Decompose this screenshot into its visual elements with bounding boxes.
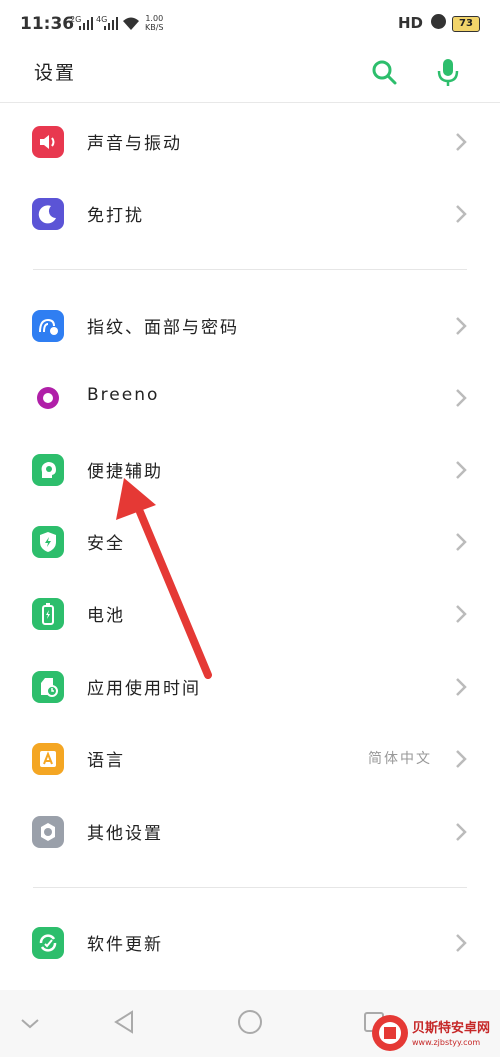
back-button[interactable] (106, 1004, 142, 1040)
home-icon (238, 1010, 262, 1034)
settings-item-label: 语言 (87, 751, 125, 771)
fingerprint-icon (32, 310, 64, 342)
chevron-right-icon (456, 605, 467, 623)
alarm-icon (431, 14, 446, 29)
status-time: 11:36 (20, 14, 75, 34)
settings-item-label: 电池 (87, 606, 125, 626)
chevron-right-icon (456, 205, 467, 223)
watermark-text: 贝斯特安卓网 (412, 1020, 490, 1036)
settings-item-label: 安全 (87, 534, 125, 554)
page-title: 设置 (34, 62, 77, 84)
settings-item-fingerprint[interactable]: 指纹、面部与密码 (0, 290, 500, 362)
settings-item-other[interactable]: 其他设置 (0, 796, 500, 868)
settings-item-accessibility[interactable]: 便捷辅助 (0, 434, 500, 506)
mic-icon (437, 59, 459, 86)
settings-item-label: 其他设置 (87, 824, 163, 844)
settings-item-label: 软件更新 (87, 935, 163, 955)
settings-item-update[interactable]: 软件更新 (0, 907, 500, 979)
net-speed-value: 1.00 (145, 14, 164, 23)
settings-item-language[interactable]: 语言 简体中文 (0, 723, 500, 795)
shield-icon (32, 526, 64, 558)
search-button[interactable] (368, 56, 400, 88)
chevron-right-icon (456, 389, 467, 407)
speaker-icon (32, 126, 64, 158)
assist-icon (32, 454, 64, 486)
search-icon (372, 60, 397, 85)
signal-icon-2 (104, 17, 118, 30)
settings-item-security[interactable]: 安全 (0, 506, 500, 578)
chevron-right-icon (456, 750, 467, 768)
gear-icon (32, 816, 64, 848)
section-divider (33, 887, 467, 888)
net-speed-unit: KB/S (145, 23, 164, 32)
settings-item-battery[interactable]: 电池 (0, 578, 500, 650)
chevron-right-icon (456, 461, 467, 479)
app-time-icon (32, 671, 64, 703)
collapse-nav-button[interactable] (12, 1004, 48, 1040)
chevron-right-icon (456, 317, 467, 335)
battery-icon (32, 598, 64, 630)
chevron-right-icon (456, 533, 467, 551)
settings-item-label: Breeno (87, 385, 160, 405)
settings-item-label: 声音与振动 (87, 134, 182, 154)
watermark-url: www.zjbstyy.com (412, 1038, 480, 1047)
settings-item-sound[interactable]: 声音与振动 (0, 106, 500, 178)
hd-label: HD (398, 14, 424, 32)
back-icon (114, 1010, 133, 1034)
section-divider (33, 269, 467, 270)
net-speed: 1.00 KB/S (145, 14, 164, 32)
settings-item-app-usage[interactable]: 应用使用时间 (0, 651, 500, 723)
language-icon (32, 743, 64, 775)
update-icon (32, 927, 64, 959)
status-bar: 11:36 2G 4G 1.00 KB/S HD 73 (0, 0, 500, 46)
voice-button[interactable] (432, 56, 464, 88)
app-header: 设置 (0, 46, 500, 103)
breeno-icon (32, 382, 64, 414)
settings-item-breeno[interactable]: Breeno (0, 362, 500, 434)
wifi-icon (123, 17, 139, 30)
settings-item-dnd[interactable]: 免打扰 (0, 178, 500, 250)
settings-item-label: 指纹、面部与密码 (87, 318, 239, 338)
settings-item-label: 免打扰 (87, 206, 144, 226)
home-button[interactable] (232, 1004, 268, 1040)
chevron-right-icon (456, 678, 467, 696)
signal-icon (79, 17, 93, 30)
language-value: 简体中文 (368, 751, 432, 767)
chevron-right-icon (456, 133, 467, 151)
chevron-right-icon (456, 823, 467, 841)
battery-indicator: 73 (452, 16, 480, 32)
chevron-right-icon (456, 934, 467, 952)
chevron-down-icon (21, 1019, 39, 1029)
watermark: 贝斯特安卓网 www.zjbstyy.com (372, 1015, 490, 1051)
settings-item-label: 应用使用时间 (87, 679, 201, 699)
settings-item-label: 便捷辅助 (87, 462, 163, 482)
moon-icon (32, 198, 64, 230)
